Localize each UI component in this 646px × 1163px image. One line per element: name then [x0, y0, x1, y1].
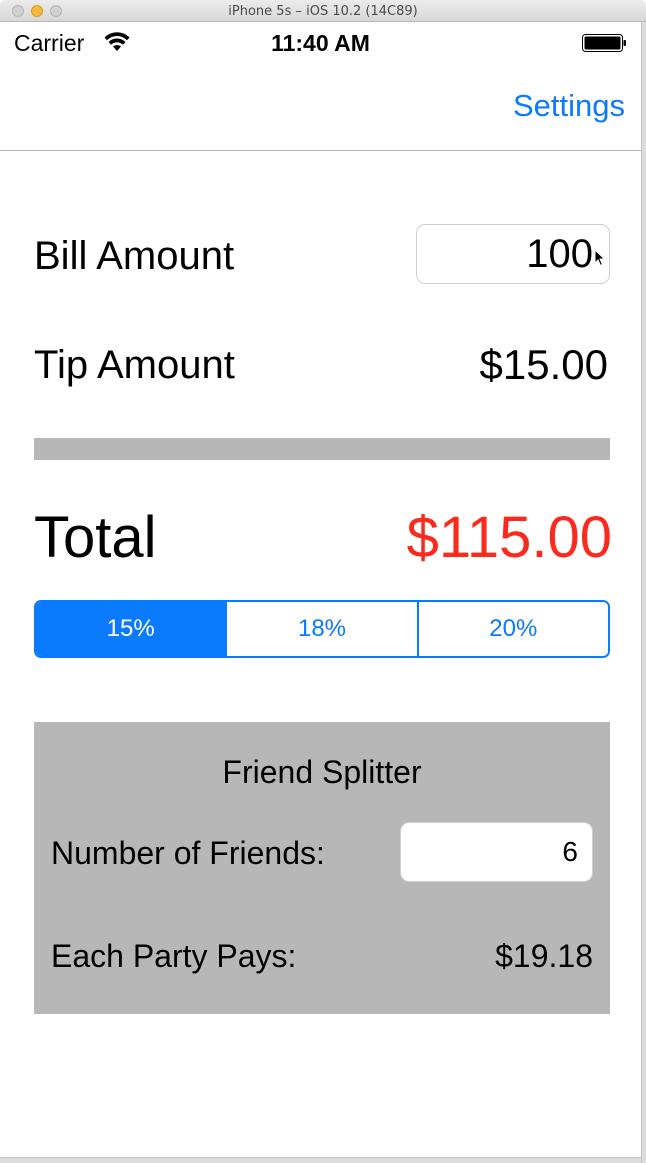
tip-amount-label: Tip Amount: [34, 343, 235, 387]
window-frame-bottom: [0, 1157, 641, 1163]
window-title: iPhone 5s – iOS 10.2 (14C89): [228, 4, 418, 19]
total-label: Total: [34, 505, 157, 570]
tip-segment-18[interactable]: 18%: [227, 602, 419, 656]
number-of-friends-input[interactable]: [400, 822, 593, 882]
section-divider: [34, 438, 610, 460]
tip-segment-20[interactable]: 20%: [418, 602, 608, 656]
total-value: $115.00: [406, 505, 612, 570]
tip-amount-value: $15.00: [479, 341, 608, 388]
friend-splitter-title: Friend Splitter: [222, 754, 422, 790]
navigation-bar: Settings: [0, 62, 641, 151]
window-frame-edge: [641, 22, 646, 1163]
simulator-titlebar: iPhone 5s – iOS 10.2 (14C89): [0, 0, 646, 22]
bill-amount-input[interactable]: [416, 224, 610, 284]
tip-segment-15[interactable]: 15%: [36, 602, 228, 656]
friend-splitter-panel: Friend Splitter Number of Friends: Each …: [34, 722, 610, 1014]
each-party-pays-label: Each Party Pays:: [51, 938, 297, 974]
bill-amount-label: Bill Amount: [34, 234, 235, 278]
status-bar: Carrier 11:40 AM: [0, 22, 641, 62]
settings-button[interactable]: Settings: [513, 88, 625, 124]
tip-percentage-control: 15% 18% 20%: [34, 600, 610, 658]
battery-icon: [582, 34, 626, 52]
number-of-friends-label: Number of Friends:: [51, 835, 325, 871]
each-party-pays-value: $19.18: [495, 938, 593, 974]
status-time: 11:40 AM: [271, 30, 370, 56]
mouse-pointer-icon: [594, 249, 606, 267]
